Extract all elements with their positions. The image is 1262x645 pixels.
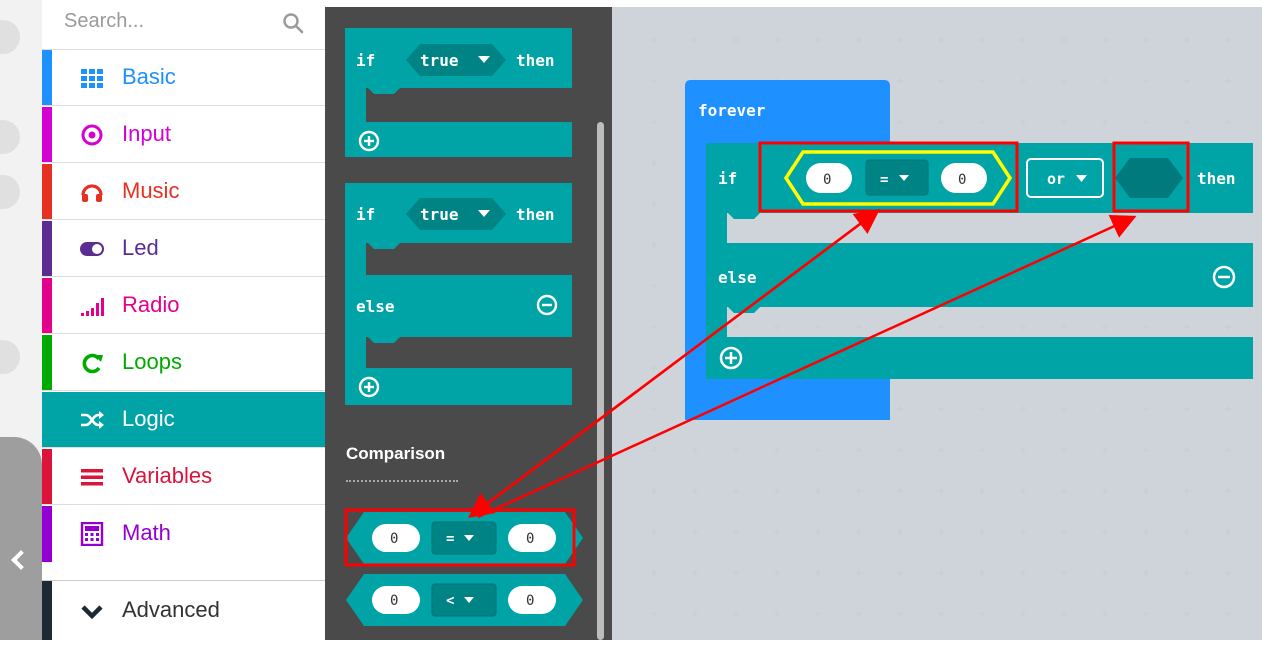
highlight-box-if-condition xyxy=(758,141,1019,213)
highlight-box-empty-slot xyxy=(1112,141,1190,213)
annotation-overlay xyxy=(344,141,1190,567)
highlight-box-flyout-comparison xyxy=(344,508,576,567)
annotation-arrow xyxy=(477,214,1137,519)
